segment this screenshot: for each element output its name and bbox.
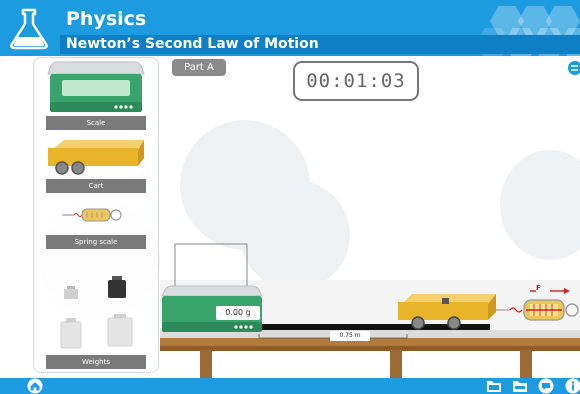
scale-on-table[interactable]	[158, 242, 266, 334]
scale-label: Scale	[46, 116, 146, 130]
scale-readout: 0.00 g	[216, 306, 260, 320]
cart-equipment[interactable]	[44, 136, 148, 178]
cart-label: Cart	[46, 179, 146, 193]
timer-display: 00:01:03	[293, 61, 419, 101]
cart-on-track[interactable]	[396, 292, 500, 332]
force-label: F	[536, 284, 541, 292]
chat-icon[interactable]	[538, 378, 554, 394]
scale-equipment[interactable]	[44, 60, 148, 116]
lesson-title: Newton’s Second Law of Motion	[66, 36, 319, 52]
background-circle	[500, 150, 580, 260]
reset-icon[interactable]	[564, 60, 580, 76]
weights-label: Weights	[46, 355, 146, 369]
spring-scale-on-track[interactable]	[494, 292, 580, 324]
weights-equipment[interactable]	[54, 272, 144, 354]
info-icon[interactable]	[564, 378, 580, 394]
app-title: Physics	[66, 8, 147, 30]
home-icon[interactable]	[27, 378, 43, 394]
folder-open-icon[interactable]	[486, 379, 502, 393]
spring-scale-label: Spring scale	[46, 235, 146, 249]
flask-icon	[10, 8, 48, 50]
track-distance-label: 0.75 m	[330, 331, 370, 341]
folder-icon[interactable]	[512, 379, 528, 393]
tab-part-a[interactable]: Part A	[172, 59, 226, 76]
spring-scale-equipment[interactable]	[60, 206, 126, 224]
